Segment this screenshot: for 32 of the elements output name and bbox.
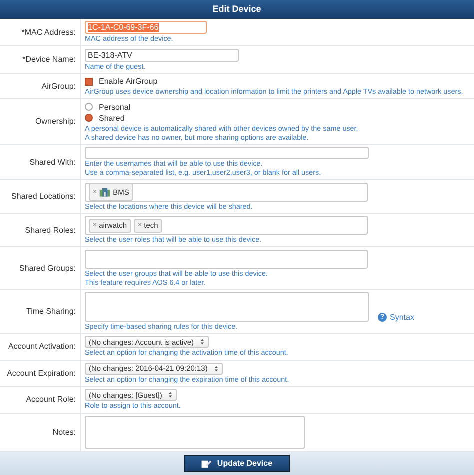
update-device-button[interactable]: Update Device	[184, 455, 290, 472]
building-icon	[99, 186, 112, 198]
field-label: Shared Groups:	[20, 264, 76, 273]
text-field[interactable]	[85, 147, 369, 160]
field-label: Shared Locations:	[12, 192, 76, 202]
field-label: Shared With:	[30, 158, 76, 167]
field-label: Account Expiration:	[7, 368, 76, 378]
field-label: *MAC Address:	[22, 28, 76, 37]
dialog-title: Edit Device	[0, 0, 474, 19]
text-field[interactable]: BE-318-ATV	[85, 48, 239, 62]
field-label: Account Activation:	[8, 342, 76, 352]
field-label: AirGroup:	[42, 82, 76, 91]
updown-arrows-icon	[214, 364, 219, 373]
text-area[interactable]	[85, 292, 369, 322]
radio-label[interactable]: Personal	[99, 102, 131, 112]
tag-field[interactable]	[85, 250, 368, 269]
field-label: Ownership:	[36, 117, 76, 126]
field-label: Account Role:	[26, 395, 76, 404]
checkbox-label[interactable]: Enable AirGroup	[99, 77, 158, 86]
updown-arrows-icon	[200, 338, 206, 346]
radio-button[interactable]	[85, 114, 93, 122]
field-label: Shared Roles:	[25, 226, 76, 235]
field-label: Notes:	[52, 428, 76, 437]
field-label: Time Sharing:	[26, 306, 76, 316]
radio-button[interactable]	[85, 103, 93, 112]
field-label: *Device Name:	[22, 55, 76, 64]
edit-document-icon	[201, 458, 212, 469]
radio-label[interactable]: Shared	[99, 114, 125, 123]
updown-arrows-icon	[168, 391, 174, 400]
checkbox[interactable]	[85, 78, 93, 86]
syntax-link[interactable]: Syntax	[390, 312, 414, 322]
text-area[interactable]	[85, 416, 305, 449]
